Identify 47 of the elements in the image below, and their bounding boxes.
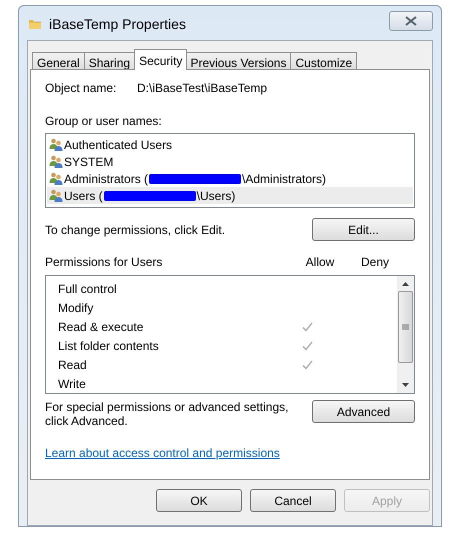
- edit-hint: To change permissions, click Edit.: [45, 222, 226, 238]
- close-button[interactable]: [389, 11, 433, 31]
- group-domain: \Users): [196, 188, 236, 204]
- tab[interactable]: General: [32, 52, 85, 70]
- group-list-item[interactable]: Authenticated Users: [47, 136, 413, 153]
- group-name: SYSTEM: [64, 154, 114, 170]
- users-icon: [49, 138, 63, 151]
- object-name-label: Object name:: [45, 80, 118, 97]
- permission-name: List folder contents: [58, 338, 160, 354]
- scrollbar[interactable]: [397, 276, 414, 393]
- scroll-up-icon: [402, 282, 409, 286]
- group-name: Administrators (: [64, 170, 148, 188]
- advanced-hint: For special permissions or advanced settings, click Advanced.: [45, 400, 290, 428]
- permission-name: Read & execute: [58, 318, 144, 336]
- dialog-button[interactable]: OK: [156, 489, 242, 512]
- permission-name: Full control: [58, 280, 118, 298]
- group-name: Users (: [64, 188, 103, 204]
- window-title: iBaseTemp Properties: [49, 14, 186, 34]
- group-list-item[interactable]: Administrators ( \Administrators): [47, 170, 413, 187]
- permission-name: Write: [58, 376, 87, 392]
- grip-icon: [402, 324, 409, 330]
- group-name: Authenticated Users: [64, 136, 172, 154]
- advanced-button[interactable]: Advanced: [312, 400, 415, 423]
- scroll-thumb[interactable]: [398, 291, 413, 363]
- tab[interactable]: Customize: [291, 52, 358, 70]
- users-icon: [49, 172, 63, 185]
- group-list-label: Group or user names:: [45, 113, 163, 130]
- tab[interactable]: Sharing: [84, 52, 136, 70]
- folder-icon: [28, 17, 42, 31]
- tab[interactable]: Security: [134, 49, 188, 70]
- allow-header: Allow: [304, 254, 336, 271]
- tab[interactable]: Previous Versions: [186, 52, 292, 70]
- deny-header: Deny: [360, 254, 390, 271]
- users-icon: [49, 189, 63, 202]
- close-icon: [405, 16, 417, 26]
- permission-name: Modify: [58, 300, 94, 316]
- group-list-item[interactable]: SYSTEM: [47, 153, 413, 170]
- dialog-button[interactable]: Cancel: [250, 489, 336, 512]
- edit-button[interactable]: Edit...: [312, 218, 415, 241]
- users-icon: [49, 155, 63, 168]
- scroll-down-icon: [402, 383, 409, 387]
- permission-name: Read: [58, 356, 88, 374]
- help-link[interactable]: Learn about access control and permissions: [45, 444, 280, 462]
- group-domain: \Administrators): [242, 170, 326, 188]
- group-list-item[interactable]: Users ( \Users): [47, 187, 413, 204]
- object-name-value: D:\iBaseTest\iBaseTemp: [137, 80, 268, 97]
- permissions-label: Permissions for Users: [45, 254, 164, 271]
